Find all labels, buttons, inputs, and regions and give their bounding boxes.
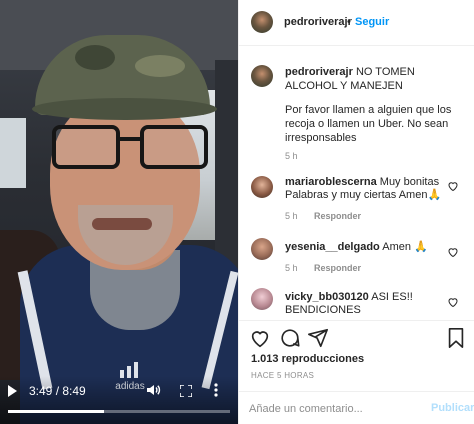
like-heart-icon[interactable] — [447, 296, 459, 308]
more-options-icon[interactable] — [213, 382, 219, 398]
comment-input[interactable] — [249, 400, 419, 418]
avatar[interactable] — [251, 176, 273, 198]
cap-camo-spot — [135, 55, 185, 77]
view-count[interactable]: 1.013 reproducciones — [251, 353, 364, 365]
follow-button[interactable]: Seguir — [355, 16, 389, 28]
comment-text-line: vicky_bb030120 ASI ES!! BENDICIONES — [285, 291, 445, 317]
heart-icon[interactable] — [249, 327, 271, 349]
video-progress-bar[interactable] — [8, 410, 230, 413]
share-icon[interactable] — [307, 327, 329, 349]
caption-username[interactable]: pedroriverajr — [285, 66, 353, 78]
post-actions: 1.013 reproducciones HACE 5 HORAS Public… — [239, 320, 474, 424]
separator-dot: • — [347, 16, 351, 28]
comment-username[interactable]: mariaroblescerna — [285, 176, 377, 188]
cap-brim — [32, 98, 217, 120]
fullscreen-icon[interactable] — [179, 384, 193, 398]
avatar[interactable] — [251, 288, 273, 310]
header-username[interactable]: pedroriverajr — [284, 16, 352, 28]
like-heart-icon[interactable] — [447, 180, 459, 192]
avatar[interactable] — [251, 65, 273, 87]
comment-icon[interactable] — [279, 327, 301, 349]
video-time: 3:49 / 8:49 — [29, 384, 86, 398]
video-controls: 3:49 / 8:49 — [0, 376, 238, 424]
mouth — [92, 218, 152, 230]
video-progress-fill — [8, 410, 105, 413]
like-heart-icon[interactable] — [447, 246, 459, 258]
post-panel: pedroriverajr • Seguir pedroriverajr NO … — [238, 0, 474, 424]
video-person: adidas — [17, 35, 238, 424]
glasses-bridge — [118, 137, 142, 141]
comment-meta: 5 h Responder — [285, 263, 375, 273]
comment-item: mariaroblescerna Muy bonitas Palabras y … — [239, 176, 474, 222]
comment-time: 5 h — [285, 263, 298, 273]
glasses-lens-left — [52, 125, 120, 169]
volume-icon[interactable] — [145, 382, 161, 398]
comment-item: yesenia__delgado Amen 🙏 5 h Responder — [239, 238, 474, 284]
publish-button[interactable]: Publicar — [431, 402, 474, 414]
glasses — [52, 125, 212, 173]
comment-username[interactable]: vicky_bb030120 — [285, 291, 369, 303]
save-icon[interactable] — [445, 327, 467, 349]
caption-body: Por favor llamen a alguien que los recoj… — [285, 104, 452, 144]
post-header: pedroriverajr • Seguir — [239, 0, 474, 46]
comment-username[interactable]: yesenia__delgado — [285, 241, 380, 253]
caption-title-line: pedroriverajr NO TOMEN ALCOHOL Y MANEJEN — [285, 65, 467, 93]
comment-text-line: mariaroblescerna Muy bonitas Palabras y … — [285, 176, 445, 202]
post-age: HACE 5 HORAS — [251, 371, 315, 380]
caption-time: 5 h — [285, 151, 298, 161]
reply-button[interactable]: Responder — [314, 211, 361, 221]
avatar[interactable] — [251, 238, 273, 260]
avatar[interactable] — [251, 11, 273, 33]
add-comment-bar: Publicar — [239, 391, 474, 424]
video-player[interactable]: adidas 3:49 / 8:49 — [0, 0, 238, 424]
comment-text-line: yesenia__delgado Amen 🙏 — [285, 241, 445, 254]
glasses-lens-right — [140, 125, 208, 169]
play-icon[interactable] — [8, 385, 17, 397]
comment-text: Amen 🙏 — [382, 241, 428, 253]
car-window-left — [0, 118, 26, 188]
comment-time: 5 h — [285, 211, 298, 221]
cap-camo-spot — [75, 45, 115, 70]
comment-meta: 5 h Responder — [285, 211, 375, 221]
reply-button[interactable]: Responder — [314, 263, 361, 273]
